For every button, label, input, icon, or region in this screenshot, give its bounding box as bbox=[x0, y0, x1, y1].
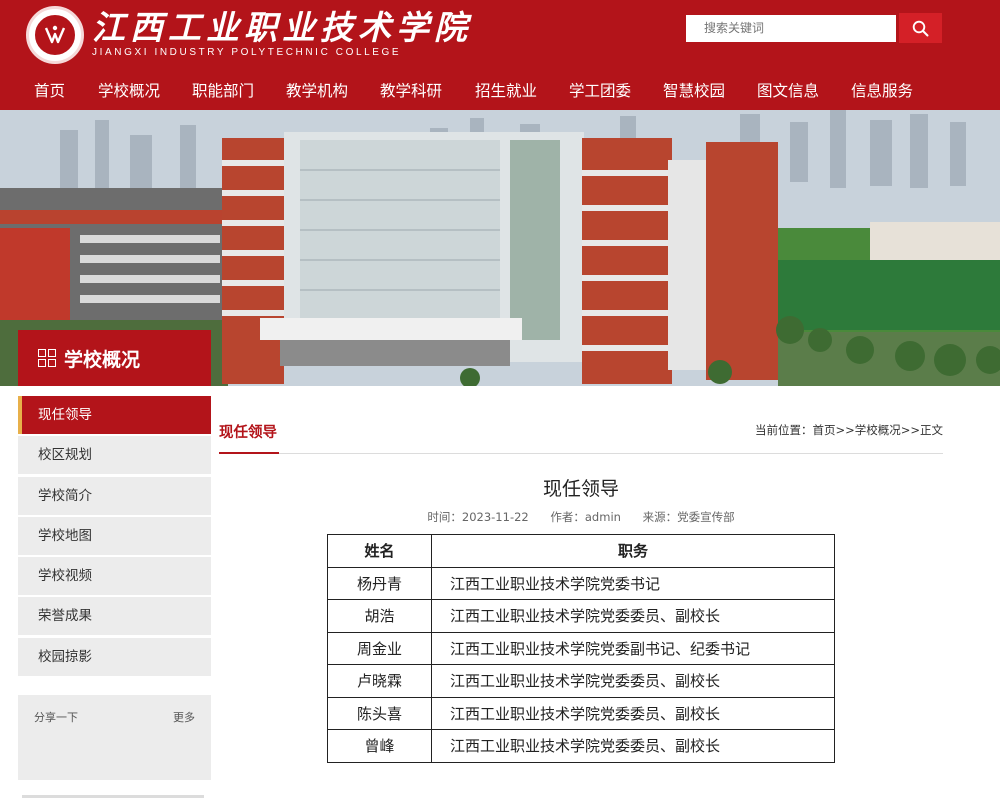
breadcrumb[interactable]: 当前位置：首页>>学校概况>>正文 bbox=[755, 422, 943, 438]
nav-item-about[interactable]: 学校概况 bbox=[98, 78, 160, 104]
search-input[interactable] bbox=[686, 15, 896, 42]
leader-post: 江西工业职业技术学院党委委员、副校长 bbox=[431, 729, 835, 763]
table-row: 曾峰 江西工业职业技术学院党委委员、副校长 bbox=[327, 729, 835, 763]
sidebar-item-school-intro[interactable]: 学校简介 bbox=[18, 476, 211, 515]
site-logo[interactable]: 江西工业职业技术学院 JIANGXI INDUSTRY POLYTECHNIC … bbox=[26, 6, 472, 64]
nav-item-smart-campus[interactable]: 智慧校园 bbox=[663, 78, 725, 104]
sidebar-menu: 现任领导 校区规划 学校简介 学校地图 学校视频 荣誉成果 校园掠影 bbox=[18, 396, 211, 678]
table-row: 陈头喜 江西工业职业技术学院党委委员、副校长 bbox=[327, 696, 835, 730]
section-title: 学校概况 bbox=[64, 348, 141, 371]
leader-name: 杨丹青 bbox=[327, 566, 432, 600]
table-row: 周金业 江西工业职业技术学院党委副书记、纪委书记 bbox=[327, 631, 835, 665]
leader-post: 江西工业职业技术学院党委委员、副校长 bbox=[431, 599, 835, 633]
nav-item-library[interactable]: 图文信息 bbox=[757, 78, 819, 104]
section-title-box: 学校概况 bbox=[18, 330, 211, 386]
search-button[interactable] bbox=[899, 13, 942, 43]
sidebar-item-campus-gallery[interactable]: 校园掠影 bbox=[18, 637, 211, 676]
sidebar-item-school-map[interactable]: 学校地图 bbox=[18, 516, 211, 555]
table-header-name: 姓名 bbox=[327, 534, 432, 568]
leader-name: 曾峰 bbox=[327, 729, 432, 763]
table-row: 胡浩 江西工业职业技术学院党委委员、副校长 bbox=[327, 599, 835, 633]
logo-text: 江西工业职业技术学院 JIANGXI INDUSTRY POLYTECHNIC … bbox=[92, 10, 472, 60]
nav-item-departments[interactable]: 职能部门 bbox=[192, 78, 254, 104]
leader-name: 卢晓霖 bbox=[327, 664, 432, 698]
leader-name: 陈头喜 bbox=[327, 696, 432, 730]
grid-icon bbox=[38, 349, 56, 367]
leaders-table: 姓名 职务 杨丹青 江西工业职业技术学院党委书记 胡浩 江西工业职业技术学院党委… bbox=[327, 534, 835, 763]
leader-post: 江西工业职业技术学院党委书记 bbox=[431, 566, 835, 600]
sidebar-item-school-video[interactable]: 学校视频 bbox=[18, 557, 211, 596]
logo-chinese-name: 江西工业职业技术学院 bbox=[92, 8, 472, 47]
main-nav: 首页 学校概况 职能部门 教学机构 教学科研 招生就业 学工团委 智慧校园 图文… bbox=[0, 78, 1000, 104]
sidebar-item-honors[interactable]: 荣誉成果 bbox=[18, 597, 211, 636]
table-header-post: 职务 bbox=[431, 534, 835, 568]
sidebar-divider bbox=[22, 795, 204, 798]
table-row: 杨丹青 江西工业职业技术学院党委书记 bbox=[327, 566, 835, 600]
logo-english-name: JIANGXI INDUSTRY POLYTECHNIC COLLEGE bbox=[92, 47, 402, 58]
leader-name: 胡浩 bbox=[327, 599, 432, 633]
share-label[interactable]: 分享一下 bbox=[34, 709, 78, 725]
nav-item-teaching-units[interactable]: 教学机构 bbox=[286, 78, 348, 104]
article-author: 作者：admin bbox=[550, 510, 621, 524]
nav-item-info-services[interactable]: 信息服务 bbox=[851, 78, 913, 104]
nav-item-admissions[interactable]: 招生就业 bbox=[475, 78, 537, 104]
sidebar-item-campus-planning[interactable]: 校区规划 bbox=[18, 436, 211, 475]
sidebar-item-current-leaders[interactable]: 现任领导 bbox=[18, 396, 211, 434]
article-title: 现任领导 bbox=[542, 478, 619, 500]
table-row: 卢晓霖 江西工业职业技术学院党委委员、副校长 bbox=[327, 664, 835, 698]
nav-item-student-affairs[interactable]: 学工团委 bbox=[569, 78, 631, 104]
nav-item-research[interactable]: 教学科研 bbox=[380, 78, 442, 104]
article-time: 时间：2023-11-22 bbox=[427, 510, 529, 524]
article-meta: 时间：2023-11-22 作者：admin 来源：党委宣传部 bbox=[219, 509, 943, 525]
content-header: 现任领导 当前位置：首页>>学校概况>>正文 bbox=[219, 418, 943, 454]
leader-post: 江西工业职业技术学院党委委员、副校长 bbox=[431, 664, 835, 698]
leader-post: 江西工业职业技术学院党委副书记、纪委书记 bbox=[431, 631, 835, 665]
site-header: 江西工业职业技术学院 JIANGXI INDUSTRY POLYTECHNIC … bbox=[0, 0, 1000, 110]
nav-item-home[interactable]: 首页 bbox=[34, 78, 65, 104]
search-icon bbox=[912, 20, 929, 36]
leader-name: 周金业 bbox=[327, 631, 432, 665]
logo-seal-icon bbox=[26, 6, 84, 64]
content-tab-title: 现任领导 bbox=[219, 418, 279, 454]
more-link[interactable]: 更多 bbox=[173, 709, 195, 725]
share-panel: 分享一下 更多 bbox=[18, 695, 211, 780]
table-header-row: 姓名 职务 bbox=[327, 534, 835, 568]
article-source: 来源：党委宣传部 bbox=[642, 510, 735, 524]
leader-post: 江西工业职业技术学院党委委员、副校长 bbox=[431, 696, 835, 730]
